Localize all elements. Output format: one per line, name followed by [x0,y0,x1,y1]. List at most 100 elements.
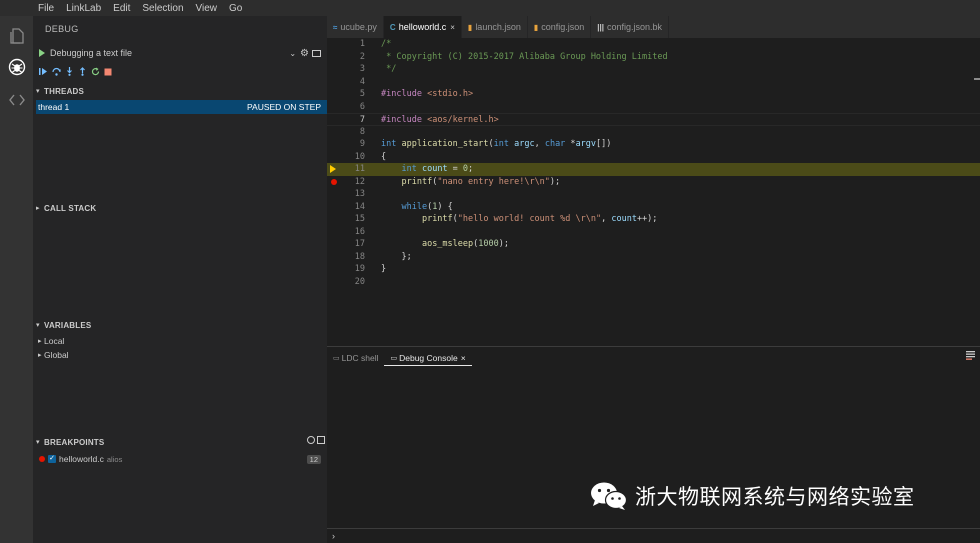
code-line[interactable]: 6 [327,101,980,114]
step-out-icon[interactable] [78,67,87,76]
code-line[interactable]: 12 printf("nano entry here!\r\n"); [327,176,980,189]
tab-label: launch.json [475,22,521,32]
gear-icon[interactable]: ⚙ [300,48,309,59]
breakpoint-file: helloworld.c [59,454,104,464]
terminal-icon: ▭ [333,355,340,362]
json-icon: ▮ [467,22,473,32]
breakpoints-section-header[interactable]: ▾ BREAKPOINTS [36,435,104,449]
wechat-icon [591,482,628,510]
continue-icon[interactable] [39,67,48,76]
callstack-section-header[interactable]: ▸ CALL STACK [36,201,96,215]
menu-linklab[interactable]: LinkLab [66,3,101,14]
chevron-down-icon[interactable]: ⌄ [289,49,296,58]
step-into-icon[interactable] [65,67,74,76]
code-line[interactable]: 5 #include <stdio.h> [327,88,980,101]
terminal-icon[interactable] [312,49,321,57]
close-icon[interactable]: × [450,23,455,32]
callstack-title: CALL STACK [44,203,97,213]
c-file-icon: C [389,22,396,32]
code-line[interactable]: 18 }; [327,251,980,264]
restart-icon[interactable] [91,67,100,76]
line-number: 19 [354,264,365,274]
tab-ucube-py[interactable]: ≈ ucube.py [327,16,384,38]
code-line[interactable]: 2 * Copyright (C) 2015-2017 Alibaba Grou… [327,51,980,64]
code-line[interactable]: 13 [327,188,980,201]
tab-label: config.json.bk [607,22,663,32]
code-line[interactable]: 20 [327,276,980,289]
code-line[interactable]: 10 { [327,151,980,164]
extensions-icon[interactable] [6,89,27,110]
variable-scope-local[interactable]: ▸ Local [38,336,64,346]
line-number: 11 [354,164,365,174]
stop-icon[interactable] [104,68,112,76]
debug-config-select[interactable]: Debugging a text file [50,48,289,58]
code-text: int count = 0; [401,164,474,174]
tab-config-json[interactable]: ▮ config.json [527,16,592,38]
code-editor[interactable]: 1 /* 2 * Copyright (C) 2015-2017 Alibaba G… [327,38,980,346]
thread-name: thread 1 [38,102,70,112]
variable-scope-label: Local [44,336,65,346]
tab-debug-console[interactable]: ▭ Debug Console × [384,350,472,366]
editor-tabs: ≈ ucube.py Chelloworld.c × ▮ launch.json ▮ conf… [327,16,980,38]
breakpoint-path: alios [106,454,123,464]
menu-bar: File LinkLab Edit Selection View Go [0,0,980,16]
code-line[interactable]: 17 aos_msleep(1000); [327,238,980,251]
menu-file[interactable]: File [38,3,54,14]
explorer-icon[interactable] [6,25,27,46]
line-number: 14 [354,201,365,212]
debug-sidebar: DEBUG Debugging a text file ⌄ ⚙ ▾ THREAD… [33,16,327,543]
menu-view[interactable]: View [196,3,218,14]
code-line[interactable]: 16 [327,226,980,239]
start-debugging-icon[interactable] [39,49,45,57]
variable-scope-global[interactable]: ▸ Global [38,350,69,360]
menu-go[interactable]: Go [229,3,242,14]
menu-selection[interactable]: Selection [142,3,183,14]
chevron-right-icon: ▸ [36,205,40,212]
line-number: 17 [354,239,365,249]
tab-ldc-shell[interactable]: ▭ LDC shell [327,350,384,366]
code-line[interactable]: 15 printf("hello world! count %d \r\n", … [327,213,980,226]
menu-edit[interactable]: Edit [113,3,130,14]
line-number: 4 [359,76,365,87]
variables-title: VARIABLES [44,320,92,330]
watermark: 浙大物联网系统与网络实验室 [589,481,915,511]
tab-config-json-bk[interactable]: ||| config.json.bk [591,16,670,38]
activity-bar [0,16,33,543]
debug-icon[interactable] [6,56,27,77]
code-line[interactable]: 4 [327,76,980,89]
thread-row[interactable]: thread 1 PAUSED ON STEP [36,100,327,114]
code-line[interactable]: 3 */ [327,63,980,76]
line-number: 15 [354,214,365,224]
breakpoint-dot-icon [39,456,45,462]
close-icon[interactable]: × [461,353,466,363]
tab-launch-json[interactable]: ▮ launch.json [461,16,528,38]
step-over-icon[interactable] [52,67,61,76]
remove-breakpoints-icon[interactable] [317,436,325,444]
line-number: 20 [354,276,365,287]
breakpoint-item[interactable]: ✓ helloworld.c alios 12 [39,453,321,465]
line-number: 8 [359,126,365,137]
line-number: 9 [359,139,365,149]
panel-tabs: ▭ LDC shell ▭ Debug Console × [327,350,472,366]
code-line[interactable]: 19} [327,263,980,276]
line-number: 1 [359,39,365,49]
toggle-breakpoints-icon[interactable] [307,436,315,444]
file-lines-icon: ||| [597,22,605,32]
line-number: 2 [359,51,365,62]
threads-section-header[interactable]: ▾ THREADS [36,84,84,98]
checkbox-icon[interactable]: ✓ [48,455,56,463]
line-number: 10 [354,151,365,162]
code-line[interactable]: 9 int application_start(int argc, char *a… [327,138,980,151]
code-line[interactable]: 8 [327,126,980,139]
code-line[interactable]: 1 /* [327,38,980,51]
repl-input[interactable]: › [327,528,980,543]
variables-section-header[interactable]: ▾ VARIABLES [36,318,91,332]
code-text: */ [381,64,397,74]
clear-console-icon[interactable] [966,351,975,360]
code-text: } [381,264,387,274]
code-line[interactable]: 11 int count = 0; [327,163,980,176]
tab-helloworld-c[interactable]: Chelloworld.c × [383,16,462,38]
threads-title: THREADS [44,86,85,96]
code-line[interactable]: 14 while(1) { [327,201,980,214]
code-line[interactable]: 7 #include <aos/kernel.h> [327,113,980,126]
